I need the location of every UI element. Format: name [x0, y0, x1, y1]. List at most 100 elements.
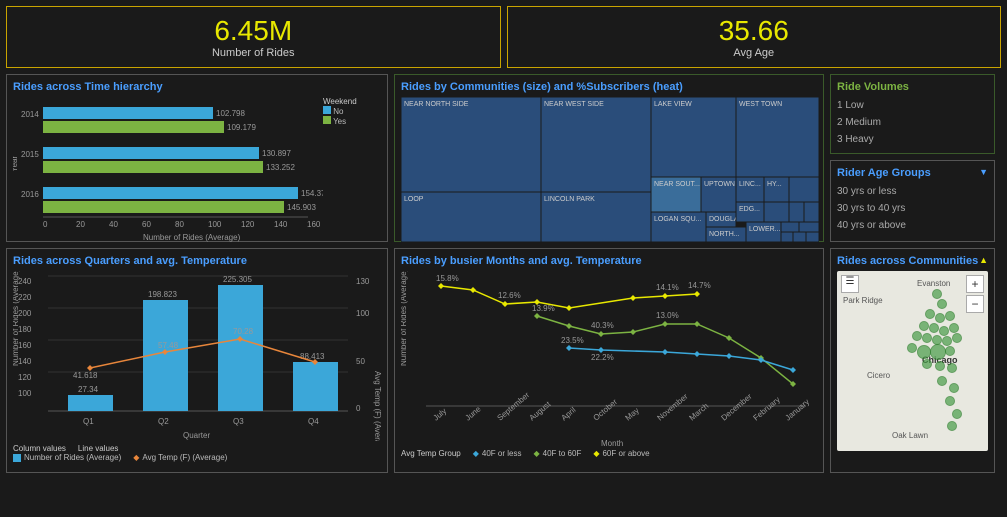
kpi-rides-value: 6.45M [15, 15, 492, 47]
svg-text:2015: 2015 [21, 150, 39, 159]
svg-text:Month: Month [601, 439, 623, 446]
svg-text:140: 140 [274, 220, 288, 229]
svg-text:June: June [464, 404, 483, 422]
svg-text:0: 0 [356, 404, 361, 413]
list-item[interactable]: 2 Medium [837, 114, 988, 131]
svg-text:100: 100 [18, 389, 32, 398]
svg-text:Quarter: Quarter [183, 431, 210, 440]
svg-text:200: 200 [18, 309, 32, 318]
svg-text:88.413: 88.413 [300, 352, 325, 361]
svg-text:Number of Rides (Average): Number of Rides (Average) [401, 271, 408, 366]
svg-text:40: 40 [109, 220, 118, 229]
svg-text:240: 240 [18, 277, 32, 286]
svg-text:April: April [560, 405, 578, 422]
svg-text:LINCOLN PARK: LINCOLN PARK [544, 196, 595, 203]
svg-text:LOWER...: LOWER... [749, 226, 781, 233]
svg-text:22.2%: 22.2% [591, 353, 614, 362]
svg-text:LOOP: LOOP [404, 196, 424, 203]
svg-text:102.798: 102.798 [216, 109, 245, 118]
svg-text:60: 60 [142, 220, 151, 229]
svg-text:Number of Rides (Average): Number of Rides (Average) [143, 233, 241, 242]
svg-text:40.3%: 40.3% [591, 321, 614, 330]
kpi-age-value: 35.66 [516, 15, 993, 47]
age-groups-panel: Rider Age Groups▼ 30 yrs or less 30 yrs … [830, 160, 995, 242]
svg-text:130: 130 [356, 277, 370, 286]
svg-text:0: 0 [43, 220, 48, 229]
svg-text:70.28: 70.28 [233, 327, 254, 336]
map-title: Rides across Communities▲ [837, 255, 988, 267]
list-item[interactable]: 1 Low [837, 97, 988, 114]
treemap-chart[interactable]: NEAR NORTH SIDE NEAR WEST SIDE LAKE VIEW… [401, 97, 819, 242]
quarters-panel: Rides across Quarters and avg. Temperatu… [6, 248, 388, 473]
weekend-legend: Weekend No Yes [323, 97, 357, 242]
svg-text:145.903: 145.903 [287, 203, 316, 212]
svg-text:November: November [656, 392, 690, 423]
svg-text:160: 160 [307, 220, 321, 229]
sort-icon[interactable]: ▲ [979, 255, 988, 265]
svg-text:LINC...: LINC... [739, 181, 761, 188]
svg-text:27.34: 27.34 [78, 385, 99, 394]
months-title: Rides by busier Months and avg. Temperat… [401, 255, 817, 267]
quarters-chart[interactable]: 240220200180160140120100 130100500 27.34… [13, 271, 383, 441]
svg-text:May: May [624, 406, 641, 423]
ride-volumes-title: Ride Volumes [837, 81, 988, 93]
svg-text:Year: Year [13, 156, 19, 173]
svg-text:154.371: 154.371 [301, 189, 323, 198]
svg-text:133.252: 133.252 [266, 163, 295, 172]
quarters-legend-items: Number of Rides (Average) ◆Avg Temp (F) … [13, 453, 381, 462]
svg-text:December: December [720, 392, 754, 423]
svg-text:20: 20 [76, 220, 85, 229]
svg-text:Q4: Q4 [308, 417, 319, 426]
svg-text:Q1: Q1 [83, 417, 94, 426]
svg-text:Q3: Q3 [233, 417, 244, 426]
kpi-rides-label: Number of Rides [15, 47, 492, 59]
age-groups-title: Rider Age Groups▼ [837, 167, 988, 179]
kpi-rides: 6.45M Number of Rides [6, 6, 501, 68]
svg-text:EDG...: EDG... [739, 206, 760, 213]
svg-text:130.897: 130.897 [262, 149, 291, 158]
quarters-legend: Column values Line values [13, 444, 381, 453]
svg-text:August: August [528, 399, 553, 422]
map-panel: Rides across Communities▲ ☰ + − Evanston… [830, 248, 995, 473]
svg-text:Number of Rides (Average): Number of Rides (Average) [13, 271, 20, 366]
svg-text:180: 180 [18, 325, 32, 334]
svg-text:February: February [752, 395, 782, 422]
svg-text:120: 120 [241, 220, 255, 229]
zoom-out-button[interactable]: − [966, 295, 984, 313]
list-item[interactable]: 3 Heavy [837, 131, 988, 148]
svg-text:80: 80 [175, 220, 184, 229]
svg-text:109.179: 109.179 [227, 123, 256, 132]
list-item[interactable]: 30 yrs or less [837, 183, 988, 200]
svg-text:2014: 2014 [21, 110, 39, 119]
time-hierarchy-panel: Rides across Time hierarchy Year 2014 10… [6, 74, 388, 242]
svg-text:12.6%: 12.6% [498, 291, 521, 300]
layers-icon[interactable]: ☰ [841, 275, 859, 293]
time-hierarchy-chart[interactable]: Year 2014 102.798 109.179 2015 130.897 1… [13, 97, 323, 242]
svg-text:23.5%: 23.5% [561, 336, 584, 345]
svg-text:UPTOWN: UPTOWN [704, 181, 735, 188]
svg-text:13.0%: 13.0% [656, 311, 679, 320]
map[interactable]: ☰ + − Evanston Park Ridge Chicago Cicero… [837, 271, 988, 451]
svg-text:15.8%: 15.8% [436, 274, 459, 283]
kpi-age: 35.66 Avg Age [507, 6, 1002, 68]
treemap-title: Rides by Communities (size) and %Subscri… [401, 81, 817, 93]
svg-text:225.305: 225.305 [223, 275, 252, 284]
svg-text:NORTH...: NORTH... [709, 231, 740, 238]
svg-text:October: October [592, 397, 620, 422]
svg-text:198.823: 198.823 [148, 290, 177, 299]
months-chart[interactable]: 15.8%12.6%14.1%14.7% 13.9%40.3%13.0% 23.… [401, 271, 819, 446]
kpi-age-label: Avg Age [516, 47, 993, 59]
list-item[interactable]: 40 yrs or above [837, 217, 988, 234]
svg-text:14.1%: 14.1% [656, 283, 679, 292]
svg-text:LOGAN SQU...: LOGAN SQU... [654, 216, 702, 223]
filter-icon[interactable]: ▼ [979, 167, 988, 177]
list-item[interactable]: 30 yrs to 40 yrs [837, 200, 988, 217]
svg-text:41.618: 41.618 [73, 371, 98, 380]
svg-text:100: 100 [356, 309, 370, 318]
months-legend: Avg Temp Group ◆40F or less ◆40F to 60F … [401, 449, 817, 458]
svg-text:57.48: 57.48 [158, 341, 179, 350]
svg-text:NEAR SOUT...: NEAR SOUT... [654, 181, 700, 188]
svg-text:HY...: HY... [767, 181, 782, 188]
zoom-in-button[interactable]: + [966, 275, 984, 293]
svg-text:14.7%: 14.7% [688, 281, 711, 290]
